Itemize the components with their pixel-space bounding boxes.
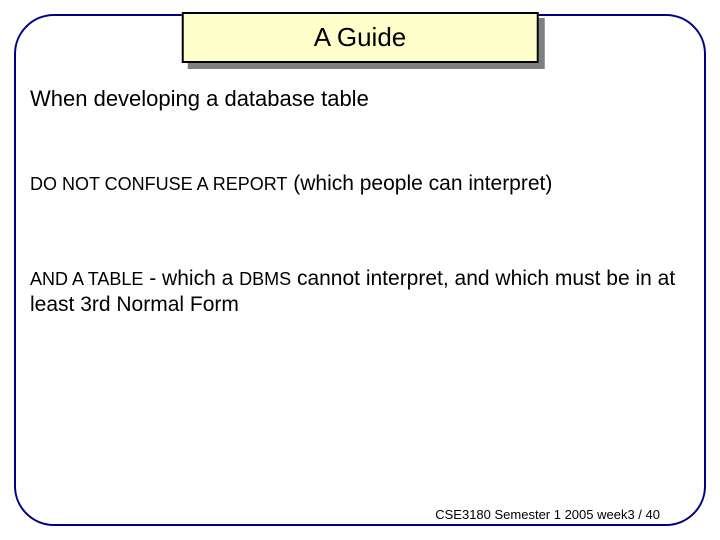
slide: A Guide When developing a database table… xyxy=(0,0,720,540)
body-line-3-mid: - which a xyxy=(143,267,239,290)
slide-footer: CSE3180 Semester 1 2005 week3 / 40 xyxy=(435,507,660,522)
emph-dbms: DBMS xyxy=(239,269,291,289)
body-line-2-rest: (which people can interpret) xyxy=(287,172,552,195)
body-line-2: DO NOT CONFUSE A REPORT (which people ca… xyxy=(30,172,690,196)
emph-and-a-table: AND A TABLE xyxy=(30,269,143,289)
body-line-3: AND A TABLE - which a DBMS cannot interp… xyxy=(30,266,690,319)
emph-do-not-confuse: DO NOT CONFUSE A REPORT xyxy=(30,174,287,194)
slide-body: When developing a database table DO NOT … xyxy=(30,86,690,319)
slide-title: A Guide xyxy=(314,22,407,53)
title-bg: A Guide xyxy=(182,12,539,63)
title-box: A Guide xyxy=(182,12,539,63)
body-line-1: When developing a database table xyxy=(30,86,690,112)
